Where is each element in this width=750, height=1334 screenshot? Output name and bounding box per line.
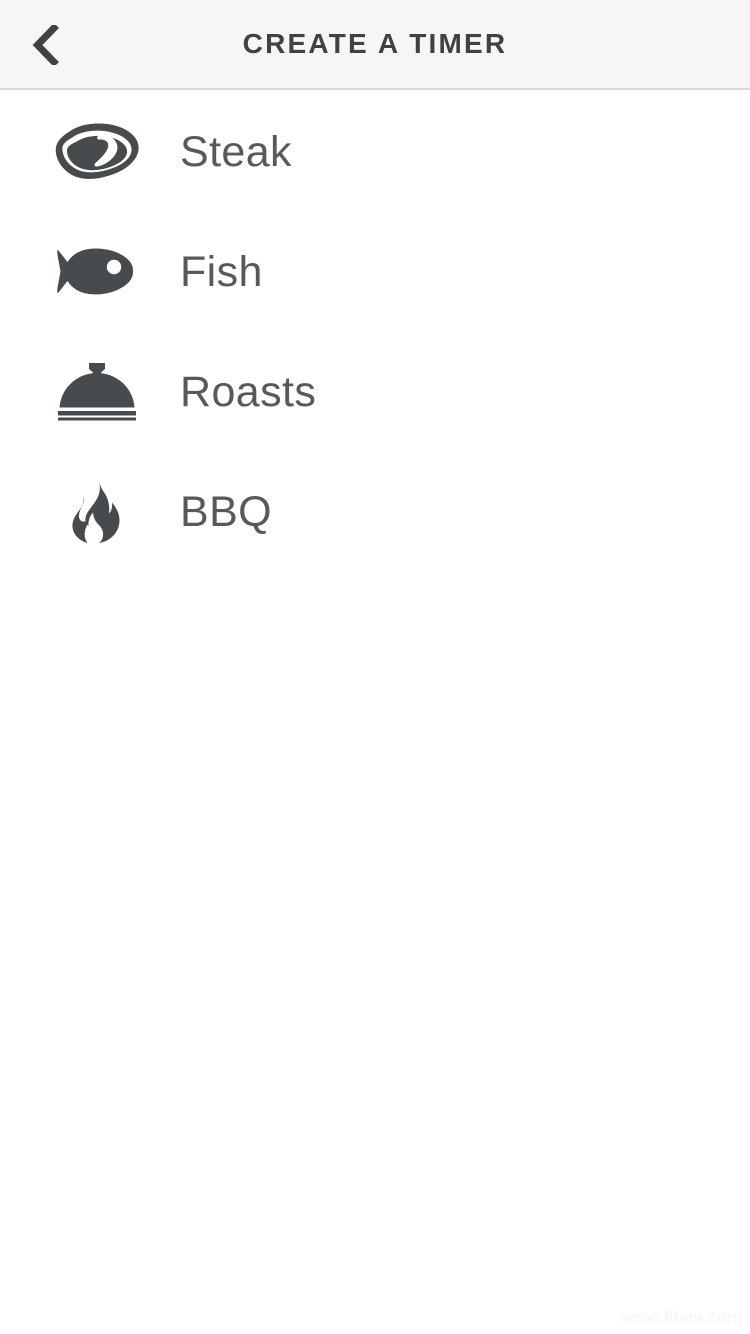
watermark: www.fifam.com: [621, 1308, 742, 1327]
steak-icon: [52, 107, 142, 197]
list-item-bbq[interactable]: BBQ: [0, 452, 750, 572]
list-item-label: Roasts: [180, 367, 317, 416]
app-header: CREATE A TIMER: [0, 0, 750, 90]
cloche-icon: [52, 347, 142, 437]
flame-icon: [52, 467, 142, 557]
fish-icon: [52, 227, 142, 317]
timer-category-list: Steak Fish Roasts BBQ: [0, 92, 750, 572]
list-item-roasts[interactable]: Roasts: [0, 332, 750, 452]
list-item-fish[interactable]: Fish: [0, 212, 750, 332]
list-item-label: BBQ: [180, 487, 273, 536]
list-item-label: Fish: [180, 247, 263, 296]
page-title: CREATE A TIMER: [242, 28, 508, 59]
list-item-label: Steak: [180, 127, 292, 176]
list-item-steak[interactable]: Steak: [0, 92, 750, 212]
